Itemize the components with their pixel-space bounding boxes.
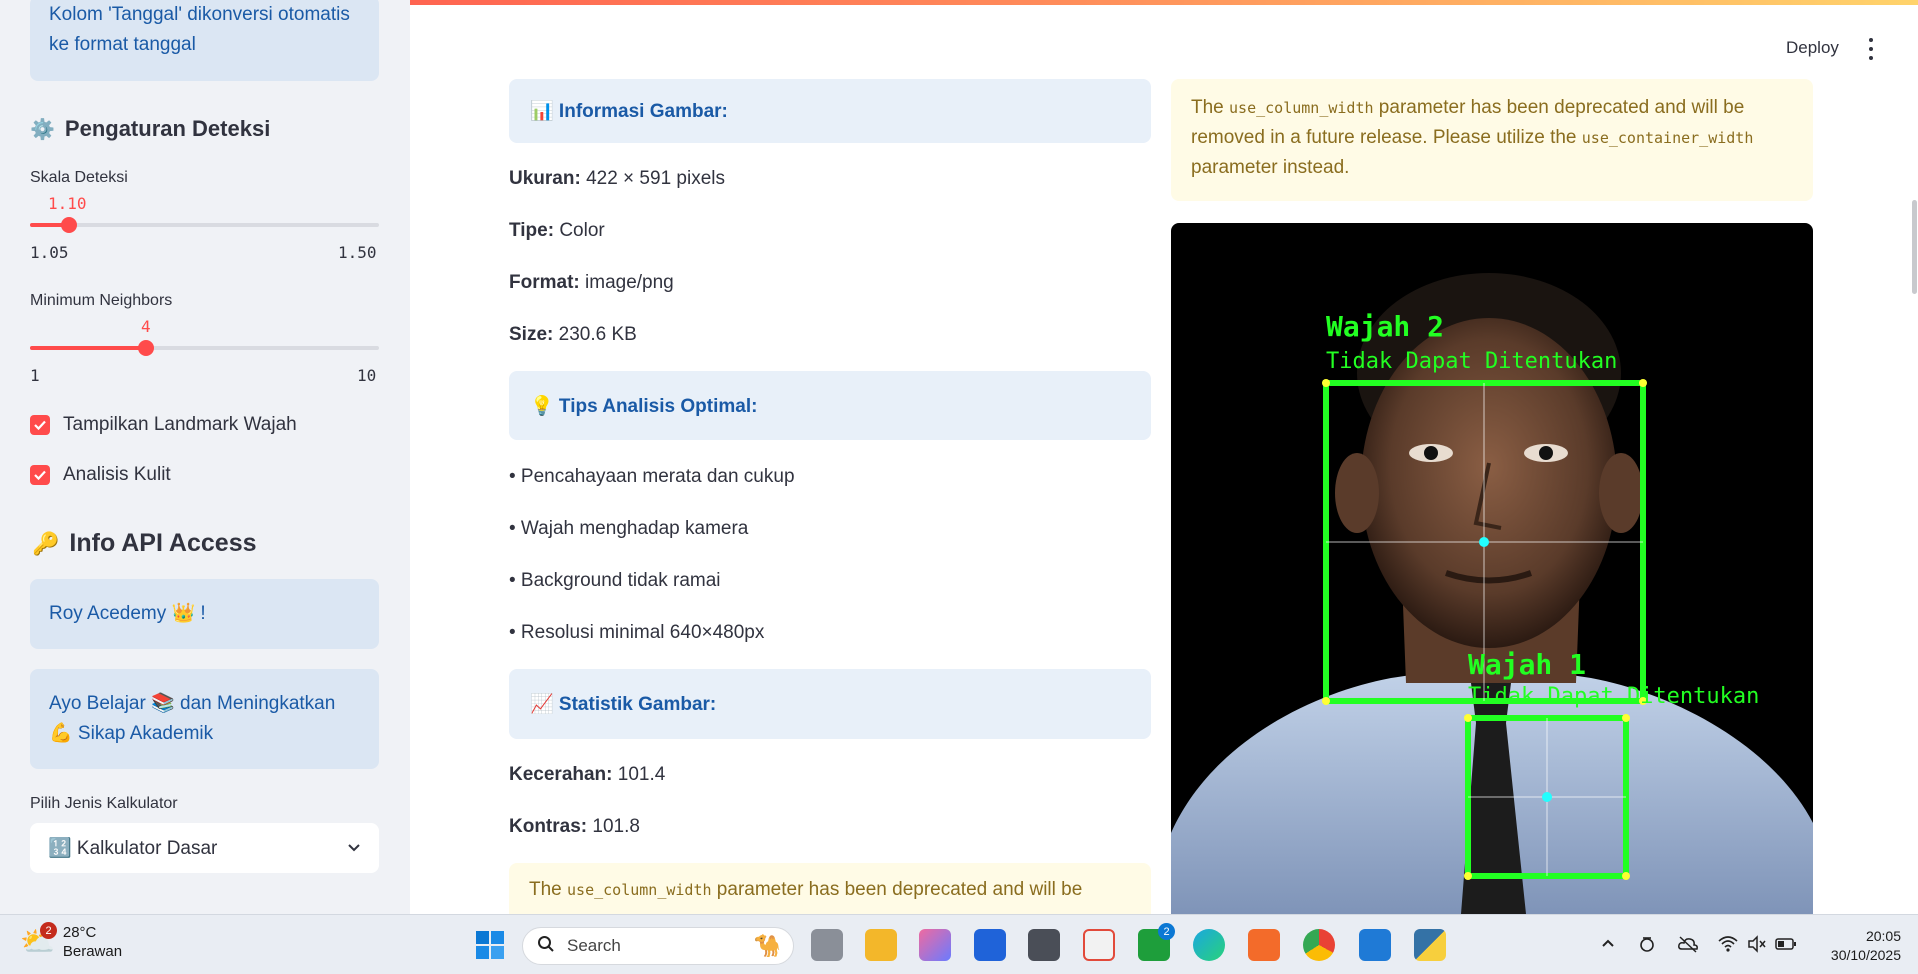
weather-description: Berawan	[62, 943, 123, 960]
info-row-type: Tipe: Color	[509, 220, 605, 241]
cloud-offline-icon[interactable]	[1677, 935, 1699, 958]
chevron-down-icon	[347, 837, 361, 859]
xbox-icon[interactable]: 2	[1138, 923, 1175, 961]
neighbors-slider-thumb[interactable]	[138, 340, 154, 356]
landmark-checkbox[interactable]: Tampilkan Landmark Wajah	[30, 414, 297, 436]
info-row-filesize: Size: 230.6 KB	[509, 324, 637, 345]
taskbar-clock[interactable]: 20:05 30/10/2025	[1815, 927, 1901, 965]
sidebar-info-text: Kolom 'Tanggal' dikonversi otomatis ke f…	[49, 4, 350, 55]
checkbox-checked-icon[interactable]	[30, 415, 50, 435]
scale-slider-value: 1.10	[48, 194, 87, 213]
face-1-title: Wajah 1	[1468, 648, 1586, 681]
skin-analysis-checkbox-label: Analisis Kulit	[63, 464, 171, 485]
clock-time: 20:05	[1865, 928, 1901, 944]
face-2-subtitle: Tidak Dapat Ditentukan	[1326, 349, 1617, 374]
neighbors-slider-value: 4	[141, 317, 151, 336]
neighbors-slider-min: 1	[30, 366, 40, 385]
tips-title: 💡 Tips Analisis Optimal:	[530, 395, 758, 417]
info-row-size: Ukuran: 422 × 591 pixels	[509, 168, 725, 189]
stat-row-brightness: Kecerahan: 101.4	[509, 764, 666, 785]
skin-analysis-checkbox[interactable]: Analisis Kulit	[30, 464, 171, 486]
api-access-heading: 🔑 Info API Access	[32, 529, 257, 558]
stats-title: 📈 Statistik Gambar:	[530, 694, 717, 715]
app-icon[interactable]	[1028, 929, 1060, 961]
scale-slider-min: 1.05	[30, 243, 69, 262]
neighbors-slider-max: 10	[357, 366, 377, 385]
neighbors-slider[interactable]	[30, 340, 379, 356]
main-menu-icon[interactable]	[1866, 38, 1876, 60]
page-scrollbar[interactable]	[1912, 200, 1917, 294]
clock-date: 30/10/2025	[1830, 947, 1901, 963]
calculator-select[interactable]: 🔢 Kalkulator Dasar	[30, 823, 379, 873]
detection-settings-title: Pengaturan Deteksi	[64, 116, 271, 141]
face-2-title: Wajah 2	[1326, 310, 1444, 343]
stat-row-contrast: Kontras: 101.8	[509, 816, 640, 837]
python-icon[interactable]	[1414, 929, 1446, 961]
search-icon	[537, 935, 555, 958]
neighbors-slider-fill	[30, 346, 146, 350]
api-info-text: Roy Acedemy 👑 !	[49, 603, 206, 624]
stats-header: 📈 Statistik Gambar:	[509, 669, 1151, 739]
windows-start-icon[interactable]	[474, 929, 506, 961]
detection-settings-heading: ⚙️ Pengaturan Deteksi	[30, 116, 270, 142]
xampp-icon[interactable]	[1248, 929, 1280, 961]
sidebar: Kolom 'Tanggal' dikonversi otomatis ke f…	[0, 0, 410, 914]
weather-temperature: 28°C	[62, 924, 97, 941]
task-view-icon[interactable]	[811, 929, 843, 961]
file-explorer-icon[interactable]	[865, 929, 897, 961]
taskbar-search[interactable]: Search 🐪	[522, 927, 794, 965]
api-info-box: Roy Acedemy 👑 !	[30, 579, 379, 649]
calculator-select-label: Pilih Jenis Kalkulator	[30, 795, 178, 812]
camera-icon[interactable]	[1638, 935, 1656, 958]
cloudy-weather-icon: ⛅ 2	[20, 922, 57, 959]
info-row-format: Format: image/png	[509, 272, 674, 293]
weather-badge: 2	[40, 922, 57, 939]
detection-illustration: Wajah 2 Tidak Dapat Ditentukan Wajah 1 T…	[1171, 273, 1813, 914]
edge-icon[interactable]	[1193, 929, 1225, 961]
face-detection-image: Wajah 2 Tidak Dapat Ditentukan Wajah 1 T…	[1171, 223, 1813, 914]
search-placeholder: Search	[567, 936, 621, 955]
search-highlight-icon: 🐪	[753, 933, 781, 958]
scale-slider-thumb[interactable]	[61, 217, 77, 233]
calculator-select-value: 🔢 Kalkulator Dasar	[48, 838, 218, 859]
app-icon[interactable]	[974, 929, 1006, 961]
scale-slider[interactable]	[30, 217, 379, 233]
tips-header: 💡 Tips Analisis Optimal:	[509, 371, 1151, 440]
chevron-up-icon[interactable]	[1600, 935, 1616, 956]
xbox-badge: 2	[1158, 923, 1175, 940]
vscode-icon[interactable]	[1359, 929, 1391, 961]
tip-item: • Pencahayaan merata dan cukup	[509, 466, 795, 487]
tip-item: • Background tidak ramai	[509, 570, 721, 591]
key-icon: 🔑	[32, 530, 60, 556]
tip-item: • Wajah menghadap kamera	[509, 518, 749, 539]
tip-item: • Resolusi minimal 640×480px	[509, 622, 765, 643]
api-access-title: Info API Access	[69, 529, 257, 557]
gear-icon: ⚙️	[30, 118, 55, 141]
motto-text: Ayo Belajar 📚 dan Meningkatkan 💪 Sikap A…	[49, 693, 336, 744]
face-1-subtitle: Tidak Dapat Ditentukan	[1468, 684, 1759, 709]
deploy-button[interactable]: Deploy	[1786, 38, 1839, 58]
neighbors-slider-label: Minimum Neighbors	[30, 292, 173, 309]
volume-muted-icon[interactable]	[1747, 935, 1767, 958]
weather-widget[interactable]: ⛅ 2 28°C Berawan	[20, 922, 123, 961]
image-info-header: 📊 Informasi Gambar:	[509, 79, 1151, 143]
sidebar-info-date-conversion: Kolom 'Tanggal' dikonversi otomatis ke f…	[30, 0, 379, 81]
taskbar: ⛅ 2 28°C Berawan Search 🐪 2 20:05 30/10/…	[0, 914, 1918, 974]
image-info-title: 📊 Informasi Gambar:	[530, 101, 728, 122]
wifi-icon[interactable]	[1718, 935, 1738, 958]
chrome-icon[interactable]	[1303, 929, 1335, 961]
microsoft-store-icon[interactable]	[1083, 929, 1115, 961]
battery-icon[interactable]	[1775, 935, 1797, 958]
deprecation-warning-top: The use_column_width parameter has been …	[1171, 79, 1813, 201]
scale-slider-max: 1.50	[338, 243, 377, 262]
checkbox-checked-icon[interactable]	[30, 465, 50, 485]
scale-slider-label: Skala Deteksi	[30, 169, 128, 186]
copilot-icon[interactable]	[919, 929, 951, 961]
landmark-checkbox-label: Tampilkan Landmark Wajah	[63, 414, 297, 435]
motto-box: Ayo Belajar 📚 dan Meningkatkan 💪 Sikap A…	[30, 669, 379, 769]
